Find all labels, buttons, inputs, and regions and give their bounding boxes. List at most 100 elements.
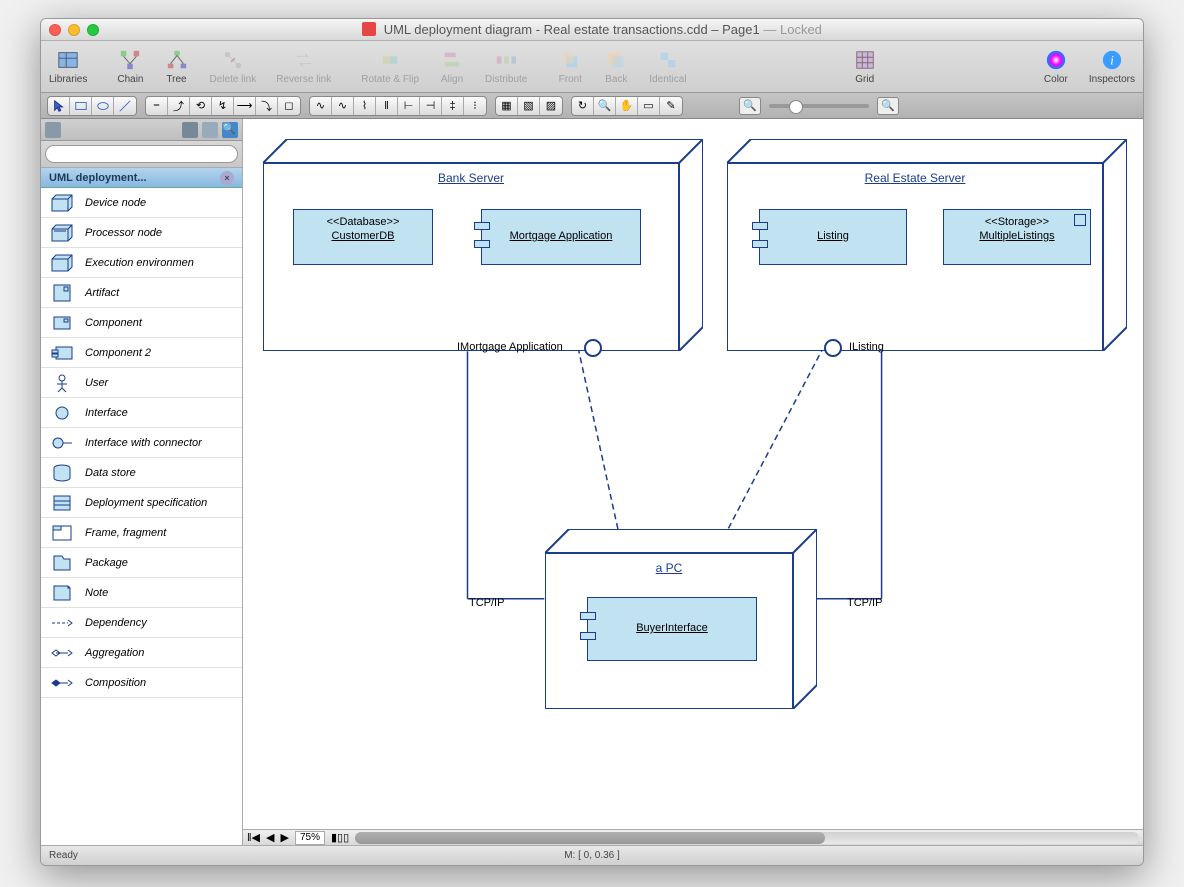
library-item-icon	[49, 192, 75, 214]
inspectors-button[interactable]: iInspectors	[1089, 48, 1135, 85]
distribute-button[interactable]: Distribute	[485, 48, 527, 85]
group-1[interactable]: ▦	[496, 97, 518, 115]
search-icon[interactable]: 🔍	[222, 122, 238, 138]
refresh-tool[interactable]: ↻	[572, 97, 594, 115]
rect-tool[interactable]	[70, 97, 92, 115]
library-item[interactable]: Interface	[41, 398, 242, 428]
library-item[interactable]: Note	[41, 578, 242, 608]
ilisting-interface[interactable]	[824, 339, 842, 357]
path-4[interactable]: ‖	[376, 97, 398, 115]
path-2[interactable]: ∿	[332, 97, 354, 115]
connector-6[interactable]: ⤵	[256, 97, 278, 115]
library-item[interactable]: Deployment specification	[41, 488, 242, 518]
zoom-readout[interactable]: 75%	[295, 831, 325, 845]
back-button[interactable]: Back	[603, 48, 629, 85]
delete-link-button[interactable]: Delete link	[210, 48, 257, 85]
document-icon	[362, 22, 376, 36]
library-item[interactable]: User	[41, 368, 242, 398]
front-button[interactable]: Front	[557, 48, 583, 85]
connector-5[interactable]: ⟶	[234, 97, 256, 115]
grid-view-icon[interactable]	[182, 122, 198, 138]
library-item[interactable]: Device node	[41, 188, 242, 218]
customer-db-component[interactable]: <<Database>> CustomerDB	[293, 209, 433, 265]
library-item-icon	[49, 642, 75, 664]
mortgage-app-component[interactable]: Mortgage Application	[481, 209, 641, 265]
library-item-label: Artifact	[85, 287, 119, 299]
pan-tool[interactable]: ✋	[616, 97, 638, 115]
library-item[interactable]: Data store	[41, 458, 242, 488]
crop-tool[interactable]: ▭	[638, 97, 660, 115]
buyer-interface-name: BuyerInterface	[588, 620, 756, 640]
titlebar: UML deployment diagram - Real estate tra…	[41, 19, 1143, 41]
libraries-button[interactable]: Libraries	[49, 48, 87, 85]
connector-3[interactable]: ⟲	[190, 97, 212, 115]
library-item[interactable]: Component	[41, 308, 242, 338]
library-item-label: Data store	[85, 467, 136, 479]
main-area: 🔍 UML deployment... × Device nodeProcess…	[41, 119, 1143, 845]
group-2[interactable]: ▧	[518, 97, 540, 115]
path-6[interactable]: ⊣	[420, 97, 442, 115]
color-button[interactable]: Color	[1043, 48, 1069, 85]
path-tools: ∿ ∿ ⌇ ‖ ⊢ ⊣ ‡ ⁝	[309, 96, 487, 116]
zoom-tool[interactable]: 🔍	[594, 97, 616, 115]
library-item[interactable]: Frame, fragment	[41, 518, 242, 548]
zoom-out-button[interactable]: 🔍	[739, 97, 761, 115]
library-item-label: Dependency	[85, 617, 147, 629]
page-nav-prev[interactable]: ◀	[266, 831, 274, 844]
listing-component[interactable]: Listing	[759, 209, 907, 265]
path-1[interactable]: ∿	[310, 97, 332, 115]
imortgage-interface[interactable]	[584, 339, 602, 357]
identical-button[interactable]: Identical	[649, 48, 686, 85]
chain-button[interactable]: Chain	[117, 48, 143, 85]
library-item-icon	[49, 342, 75, 364]
library-item[interactable]: Artifact	[41, 278, 242, 308]
close-library-icon[interactable]: ×	[220, 171, 234, 185]
connector-4[interactable]: ↯	[212, 97, 234, 115]
list-view-icon[interactable]	[202, 122, 218, 138]
library-item[interactable]: Dependency	[41, 608, 242, 638]
page-tabs[interactable]: ▮▯▯	[331, 831, 349, 844]
storage-stereotype: <<Storage>>	[944, 210, 1090, 228]
eyedropper-tool[interactable]: ✎	[660, 97, 682, 115]
zoom-slider[interactable]	[769, 104, 869, 108]
library-item[interactable]: Execution environmen	[41, 248, 242, 278]
connector-7[interactable]: ◻	[278, 97, 300, 115]
library-item[interactable]: Composition	[41, 668, 242, 698]
reverse-link-button[interactable]: Reverse link	[276, 48, 331, 85]
canvas[interactable]: Bank Server <<Database>> CustomerDB Mort…	[243, 119, 1143, 829]
library-item[interactable]: Package	[41, 548, 242, 578]
library-header[interactable]: UML deployment... ×	[41, 168, 242, 188]
library-item[interactable]: Component 2	[41, 338, 242, 368]
ilisting-label: IListing	[849, 341, 884, 353]
path-3[interactable]: ⌇	[354, 97, 376, 115]
buyer-interface-component[interactable]: BuyerInterface	[587, 597, 757, 661]
path-7[interactable]: ‡	[442, 97, 464, 115]
title-doc: UML deployment diagram - Real estate tra…	[384, 22, 708, 37]
hscroll-track[interactable]	[355, 832, 1139, 844]
connector-2[interactable]: ⤴	[168, 97, 190, 115]
library-item[interactable]: Interface with connector	[41, 428, 242, 458]
line-tool[interactable]	[114, 97, 136, 115]
align-button[interactable]: Align	[439, 48, 465, 85]
path-5[interactable]: ⊢	[398, 97, 420, 115]
pointer-tool[interactable]	[48, 97, 70, 115]
zoom-in-button[interactable]: 🔍	[877, 97, 899, 115]
sidebar-toolbar: 🔍	[41, 119, 242, 141]
library-item-icon	[49, 582, 75, 604]
search-input[interactable]	[45, 145, 238, 163]
multiple-listings-component[interactable]: <<Storage>> MultipleListings	[943, 209, 1091, 265]
path-8[interactable]: ⁝	[464, 97, 486, 115]
ellipse-tool[interactable]	[92, 97, 114, 115]
connector-1[interactable]: ⎯	[146, 97, 168, 115]
library-item[interactable]: Processor node	[41, 218, 242, 248]
rotate-flip-button[interactable]: Rotate & Flip	[361, 48, 419, 85]
hscroll-thumb[interactable]	[355, 832, 825, 844]
library-icon[interactable]	[45, 122, 61, 138]
tree-button[interactable]: Tree	[164, 48, 190, 85]
library-item-icon	[49, 282, 75, 304]
page-nav-first[interactable]: ‖◀	[247, 831, 260, 844]
grid-button[interactable]: Grid	[852, 48, 878, 85]
group-3[interactable]: ▨	[540, 97, 562, 115]
library-item[interactable]: Aggregation	[41, 638, 242, 668]
page-nav-next[interactable]: ▶	[280, 831, 288, 844]
